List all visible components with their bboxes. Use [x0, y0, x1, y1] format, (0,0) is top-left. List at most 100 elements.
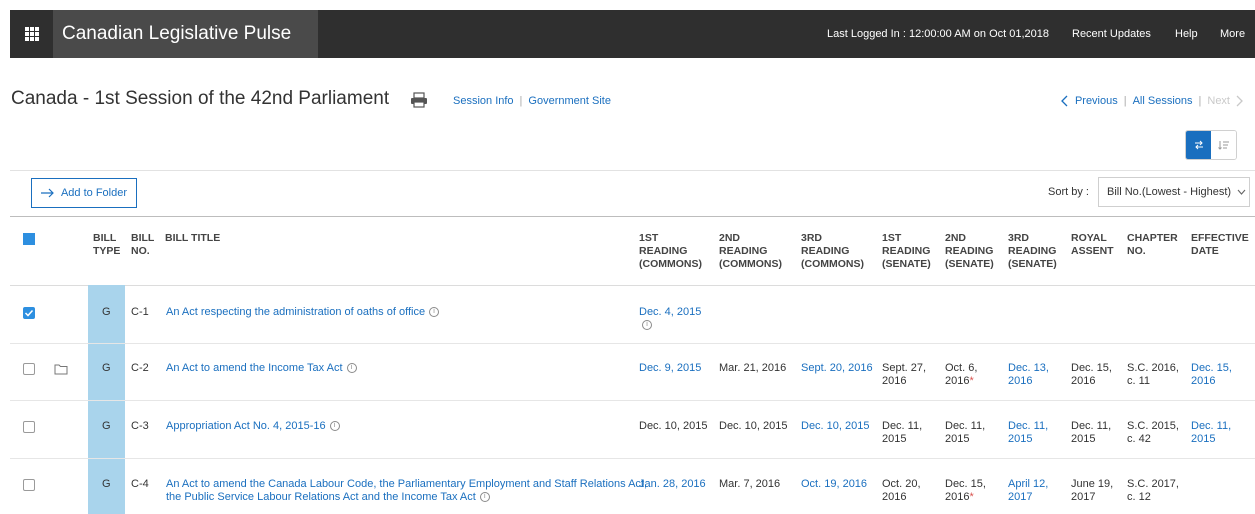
- header-text: EFFECTIVE: [1191, 232, 1249, 244]
- date-line: 2015: [1191, 433, 1216, 445]
- government-site-link[interactable]: Government Site: [528, 95, 611, 107]
- header-chapter-no[interactable]: CHAPTER NO.: [1127, 232, 1178, 258]
- header-3rd-reading-senate[interactable]: 3RD READING (SENATE): [1008, 232, 1057, 271]
- previous-link[interactable]: Previous: [1075, 95, 1118, 107]
- row-checkbox[interactable]: [23, 479, 35, 491]
- row-checkbox[interactable]: [23, 421, 35, 433]
- chapter-line: c. 12: [1127, 491, 1151, 503]
- info-icon[interactable]: i: [346, 363, 357, 374]
- chapter-no: S.C. 2016, c. 11: [1127, 362, 1179, 388]
- chapter-line: S.C. 2017,: [1127, 478, 1179, 490]
- divider: [10, 170, 1255, 171]
- header-bill-type[interactable]: BILL TYPE: [93, 232, 120, 258]
- date-line: 2016: [1191, 375, 1216, 387]
- sort-label: Sort by :: [1048, 186, 1089, 198]
- header-text: BILL: [93, 232, 117, 244]
- chapter-line: c. 11: [1127, 375, 1151, 387]
- reading-date: Mar. 21, 2016: [719, 362, 787, 374]
- select-all-checkbox[interactable]: [23, 233, 35, 245]
- asterisk-marker: *: [969, 491, 974, 503]
- pager-divider: |: [1198, 95, 1202, 107]
- date-line: Sept. 27,: [882, 362, 927, 374]
- header-effective-date[interactable]: EFFECTIVE DATE: [1191, 232, 1249, 258]
- bill-type: G: [102, 478, 111, 490]
- session-info-link[interactable]: Session Info: [453, 95, 514, 107]
- date-line: 2016: [1008, 375, 1033, 387]
- bill-title-link[interactable]: An Act to amend the Canada Labour Code, …: [166, 478, 647, 504]
- royal-assent-date: Dec. 11, 2015: [1071, 420, 1111, 446]
- chevron-right-icon[interactable]: [1235, 95, 1243, 107]
- print-icon[interactable]: [410, 92, 428, 108]
- header-text: (SENATE): [945, 258, 994, 270]
- date-line: Dec. 13,: [1008, 362, 1049, 374]
- info-icon[interactable]: i: [642, 320, 652, 330]
- bill-title-link[interactable]: An Act respecting the administration of …: [166, 306, 440, 319]
- sort-select[interactable]: Bill No.(Lowest - Highest): [1098, 177, 1250, 207]
- reading-date-link[interactable]: April 12, 2017: [1008, 478, 1048, 504]
- reading-date-link[interactable]: Oct. 19, 2016: [801, 478, 867, 491]
- bill-type: G: [102, 420, 111, 432]
- effective-date-link[interactable]: Dec. 11, 2015: [1191, 420, 1231, 446]
- link-divider: |: [519, 95, 523, 107]
- chevron-left-icon[interactable]: [1061, 95, 1069, 107]
- reading-date-link[interactable]: Sept. 20, 2016: [801, 362, 873, 375]
- header-royal-assent[interactable]: ROYAL ASSENT: [1071, 232, 1114, 258]
- effective-date-link[interactable]: Dec. 15, 2016: [1191, 362, 1232, 388]
- header-3rd-reading-commons[interactable]: 3RD READING (COMMONS): [801, 232, 864, 271]
- header-text: 1ST: [639, 232, 659, 244]
- next-link[interactable]: Next: [1207, 95, 1230, 107]
- date-line: 2017: [1071, 491, 1096, 503]
- header-bill-no[interactable]: BILL NO.: [131, 232, 154, 258]
- reading-date: Oct. 20, 2016: [882, 478, 921, 504]
- header-bill-title[interactable]: BILL TITLE: [165, 232, 220, 245]
- reading-date-link[interactable]: Dec. 13, 2016: [1008, 362, 1049, 388]
- header-1st-reading-commons[interactable]: 1ST READING (COMMONS): [639, 232, 702, 271]
- bill-type: G: [102, 362, 111, 374]
- row-checkbox[interactable]: [23, 363, 35, 375]
- asterisk-marker: *: [969, 375, 974, 387]
- reading-date-link[interactable]: Jan. 28, 2016: [639, 478, 706, 491]
- reading-date-link[interactable]: Dec. 4, 2015: [639, 306, 701, 319]
- header-2nd-reading-senate[interactable]: 2ND READING (SENATE): [945, 232, 994, 271]
- royal-assent-date: June 19, 2017: [1071, 478, 1113, 504]
- header-text: BILL: [131, 232, 155, 244]
- bill-title-text: Appropriation Act No. 4, 2015-16: [166, 420, 326, 432]
- row-divider: [10, 343, 1255, 344]
- row-checkbox[interactable]: [23, 307, 35, 319]
- sort-value: Bill No.(Lowest - Highest): [1107, 186, 1232, 198]
- header-text: READING: [882, 245, 931, 257]
- bill-type: G: [102, 306, 111, 318]
- date-line: Dec. 11,: [1071, 420, 1112, 432]
- nav-more[interactable]: More: [1220, 10, 1245, 58]
- header-text: CHAPTER: [1127, 232, 1178, 244]
- folder-icon[interactable]: [54, 363, 68, 375]
- date-line: June 19,: [1071, 478, 1114, 490]
- add-to-folder-button[interactable]: Add to Folder: [31, 178, 137, 208]
- date-line: Dec. 15,: [1191, 362, 1232, 374]
- info-icon[interactable]: i: [329, 421, 340, 432]
- header-text: READING: [801, 245, 850, 257]
- info-icon[interactable]: i: [479, 492, 490, 503]
- all-sessions-link[interactable]: All Sessions: [1133, 95, 1193, 107]
- reading-date-link[interactable]: Dec. 9, 2015: [639, 362, 701, 375]
- checkmark-icon: [24, 309, 34, 317]
- vertical-view-button[interactable]: [1211, 131, 1236, 159]
- apps-grid-icon[interactable]: [10, 10, 53, 58]
- bill-title-link[interactable]: Appropriation Act No. 4, 2015-16 i: [166, 420, 340, 433]
- arrow-right-icon: [40, 188, 54, 198]
- bill-title-text: An Act to amend the Income Tax Act: [166, 362, 343, 374]
- nav-recent-updates[interactable]: Recent Updates: [1072, 10, 1151, 58]
- row-divider: [10, 400, 1255, 401]
- reading-date-link[interactable]: Dec. 10, 2015: [801, 420, 870, 433]
- bill-title-link[interactable]: An Act to amend the Income Tax Act i: [166, 362, 357, 375]
- nav-help[interactable]: Help: [1175, 10, 1198, 58]
- reading-date-link[interactable]: Dec. 11, 2015: [1008, 420, 1048, 446]
- app-title-box[interactable]: Canadian Legislative Pulse: [53, 10, 318, 58]
- header-2nd-reading-commons[interactable]: 2ND READING (COMMONS): [719, 232, 782, 271]
- header-text: 1ST: [882, 232, 902, 244]
- horizontal-view-button[interactable]: [1186, 131, 1211, 159]
- date-line: Dec. 15,: [945, 478, 986, 490]
- info-icon[interactable]: i: [429, 307, 440, 318]
- header-1st-reading-senate[interactable]: 1ST READING (SENATE): [882, 232, 931, 271]
- chapter-line: c. 42: [1127, 433, 1151, 445]
